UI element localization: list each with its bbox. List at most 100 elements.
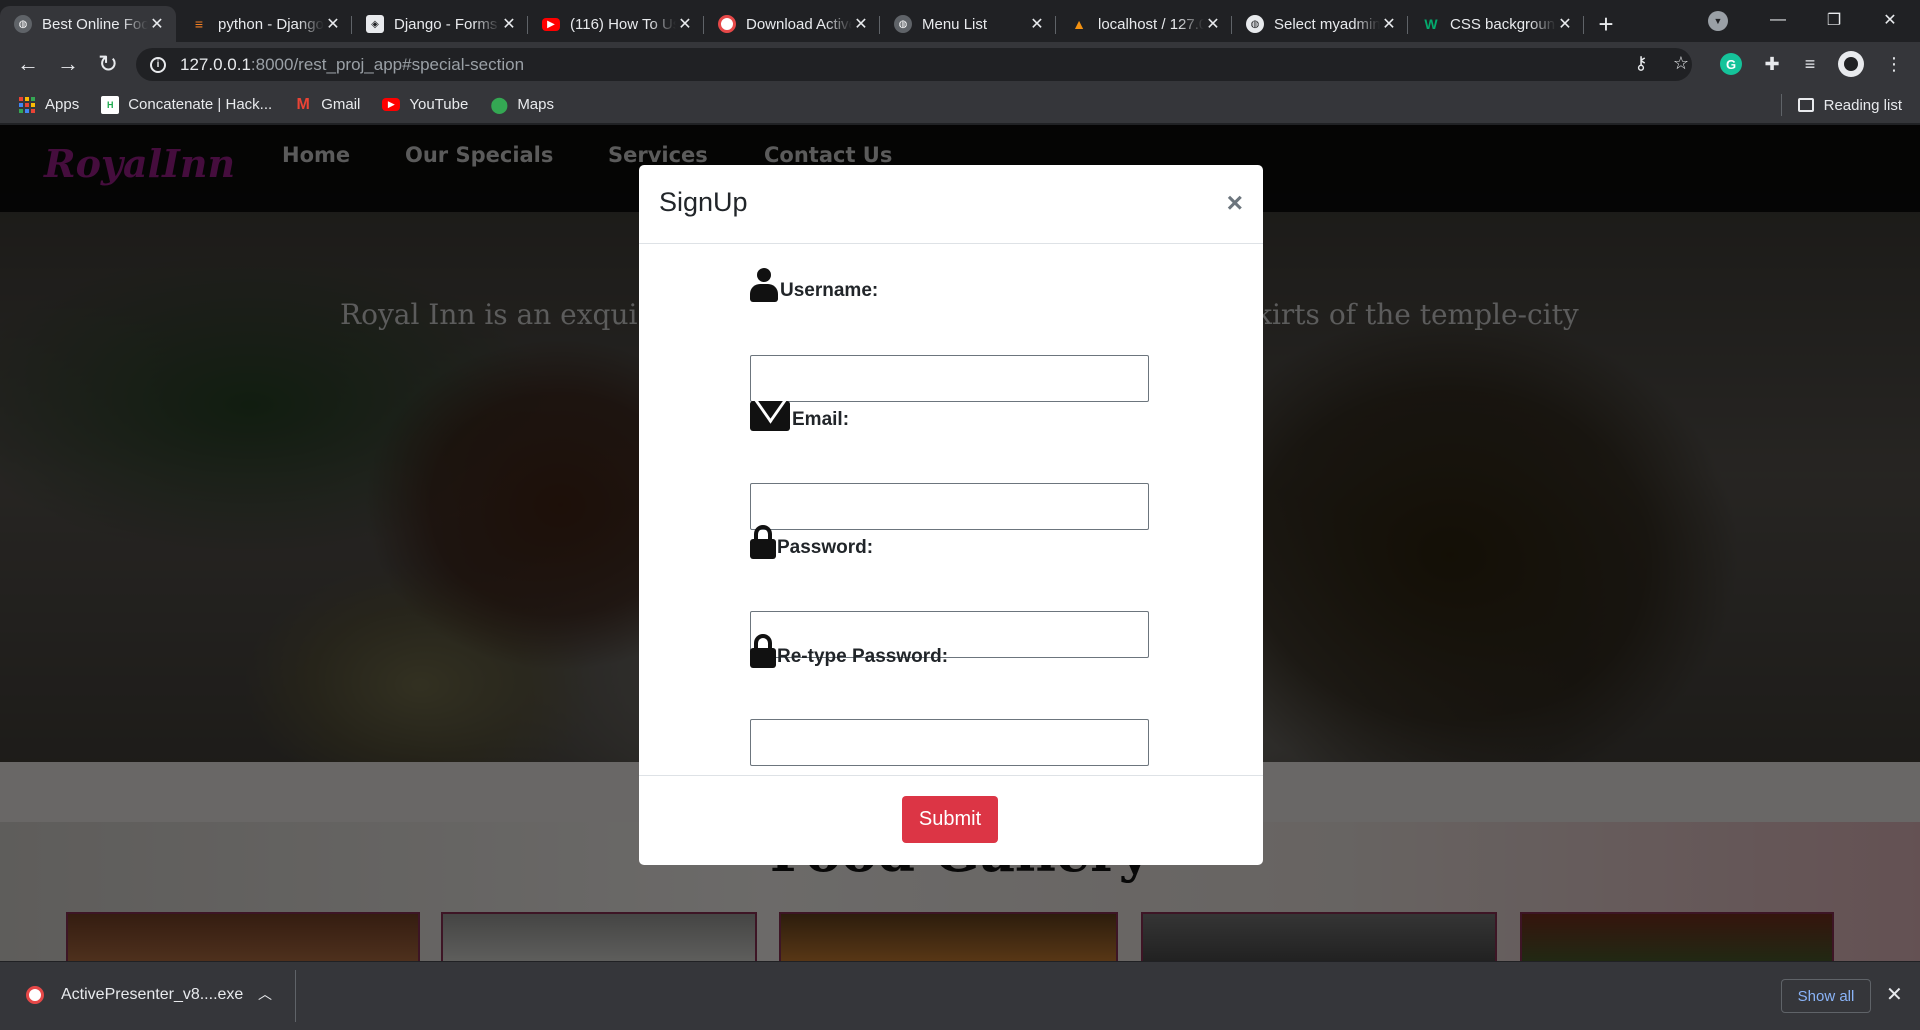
django-icon: ◈ [366, 15, 384, 33]
tab-menu-list[interactable]: ◍ Menu List ✕ [880, 6, 1056, 42]
email-label: Email: [750, 401, 849, 431]
close-tab-icon[interactable]: ✕ [1556, 15, 1574, 33]
close-window-icon[interactable]: ✕ [1862, 0, 1918, 40]
tab-title: (116) How To Use [570, 15, 676, 33]
menu-kebab-icon[interactable]: ⋮ [1880, 50, 1908, 78]
globe-icon: ◍ [1246, 15, 1264, 33]
phpmyadmin-icon: ▲ [1072, 16, 1086, 32]
lock-icon [750, 525, 776, 559]
reading-list-label: Reading list [1823, 96, 1902, 114]
reading-list-icon [1797, 98, 1814, 112]
envelope-icon [750, 401, 790, 431]
bookmark-maps[interactable]: ⬤ Maps [490, 96, 554, 114]
show-all-button[interactable]: Show all [1781, 979, 1871, 1013]
globe-icon: ◍ [894, 15, 912, 33]
maps-icon: ⬤ [490, 96, 509, 114]
tab-title: python - Django [218, 15, 324, 33]
close-icon[interactable]: ✕ [1886, 982, 1903, 1007]
submit-button[interactable]: Submit [902, 796, 998, 843]
tab-download-activepresenter[interactable]: Download ActivePresenter ✕ [704, 6, 880, 42]
tab-css-background[interactable]: W CSS background ✕ [1408, 6, 1584, 42]
tab-title: Django - Forms [394, 15, 498, 33]
email-label-text: Email: [792, 409, 850, 430]
tab-search-icon[interactable]: ▼ [1708, 11, 1728, 31]
modal-title: SignUp [659, 187, 748, 217]
close-tab-icon[interactable]: ✕ [148, 15, 166, 33]
tab-select-myadmin[interactable]: ◍ Select myadmin ✕ [1232, 6, 1408, 42]
bookmark-youtube[interactable]: ▶ YouTube [382, 96, 468, 113]
url-host: 127.0.0.1 [180, 54, 251, 74]
close-tab-icon[interactable]: ✕ [324, 15, 342, 33]
grammarly-icon[interactable]: G [1720, 53, 1742, 75]
site-info-icon[interactable]: i [150, 56, 166, 73]
retype-password-label-text: Re-type Password: [777, 646, 949, 667]
lock-icon [750, 634, 776, 668]
password-label-text: Password: [777, 537, 874, 558]
email-input[interactable] [750, 483, 1149, 530]
tab-python-django[interactable]: ≡ python - Django ✕ [176, 6, 352, 42]
signup-modal: SignUp × Username: Email: Password: Re-t… [639, 165, 1263, 865]
close-tab-icon[interactable]: ✕ [676, 15, 694, 33]
minimize-icon[interactable]: — [1750, 0, 1806, 40]
retype-password-input[interactable] [750, 719, 1149, 766]
url-text: 127.0.0.1:8000/rest_proj_app#special-sec… [180, 55, 524, 75]
tab-title: Menu List [922, 15, 988, 33]
tab-title: localhost / 127.0.0.1 [1098, 15, 1204, 33]
key-icon[interactable]: ⚷ [1628, 50, 1654, 76]
username-label: Username: [750, 268, 878, 302]
star-icon[interactable]: ☆ [1668, 50, 1694, 76]
restore-icon[interactable]: ❐ [1806, 0, 1862, 40]
bookmark-apps[interactable]: Apps [18, 96, 79, 114]
media-control-icon[interactable]: ≡ [1796, 50, 1824, 78]
tab-localhost[interactable]: ▲ localhost / 127.0.0.1 ✕ [1056, 6, 1232, 42]
bookmark-gmail[interactable]: M Gmail [294, 96, 361, 114]
divider [1780, 94, 1782, 116]
bookmark-label: YouTube [409, 96, 469, 113]
globe-icon: ◍ [14, 15, 32, 33]
activepresenter-icon [26, 986, 44, 1004]
user-icon [750, 268, 778, 302]
retype-password-label: Re-type Password: [750, 634, 948, 668]
tab-title: CSS background [1450, 15, 1556, 33]
youtube-icon: ▶ [542, 17, 560, 31]
close-tab-icon[interactable]: ✕ [1204, 15, 1222, 33]
url-path: :8000/rest_proj_app#special-section [250, 54, 525, 74]
w3schools-icon: W [1424, 16, 1438, 32]
chevron-up-icon[interactable]: ︿ [258, 984, 272, 1004]
tab-django-forms[interactable]: ◈ Django - Forms ✕ [352, 6, 528, 42]
username-input[interactable] [750, 355, 1149, 402]
tab-youtube[interactable]: ▶ (116) How To Use ✕ [528, 6, 704, 42]
bookmark-label: Gmail [321, 96, 361, 113]
bookmark-label: Concatenate | Hack... [128, 96, 273, 113]
browser-toolbar: ← → ↻ i 127.0.0.1:8000/rest_proj_app#spe… [0, 42, 1920, 86]
download-filename[interactable]: ActivePresenter_v8....exe [61, 986, 243, 1004]
bookmark-hackerrank[interactable]: H Concatenate | Hack... [101, 95, 273, 114]
stackoverflow-icon: ≡ [194, 16, 204, 32]
profile-avatar[interactable] [1838, 51, 1864, 77]
back-icon[interactable]: ← [12, 48, 44, 80]
close-icon[interactable]: × [1227, 187, 1243, 219]
reading-list[interactable]: Reading list [1780, 86, 1902, 124]
activepresenter-icon [718, 15, 736, 33]
password-label: Password: [750, 525, 873, 559]
new-tab-button[interactable]: + [1588, 6, 1624, 42]
bookmarks-bar: Apps H Concatenate | Hack... M Gmail ▶ Y… [0, 86, 1920, 124]
hackerrank-icon: H [101, 95, 120, 114]
bookmark-label: Apps [45, 96, 80, 113]
address-bar[interactable]: i 127.0.0.1:8000/rest_proj_app#special-s… [136, 48, 1692, 81]
close-tab-icon[interactable]: ✕ [852, 15, 870, 33]
modal-header: SignUp × [639, 165, 1263, 244]
youtube-icon: ▶ [382, 98, 401, 111]
tab-best-online-food[interactable]: ◍ Best Online Food Delivery ✕ [0, 6, 176, 42]
divider [295, 970, 296, 1022]
download-bar: ActivePresenter_v8....exe ︿ Show all ✕ [0, 961, 1920, 1030]
username-label-text: Username: [780, 280, 879, 301]
extensions-puzzle-icon[interactable]: ✚ [1758, 50, 1786, 78]
bookmark-label: Maps [517, 96, 554, 113]
close-tab-icon[interactable]: ✕ [500, 15, 518, 33]
close-tab-icon[interactable]: ✕ [1380, 15, 1398, 33]
tab-title: Download ActivePresenter [746, 15, 852, 33]
reload-icon[interactable]: ↻ [92, 48, 124, 80]
close-tab-icon[interactable]: ✕ [1028, 15, 1046, 33]
forward-icon[interactable]: → [52, 48, 84, 80]
